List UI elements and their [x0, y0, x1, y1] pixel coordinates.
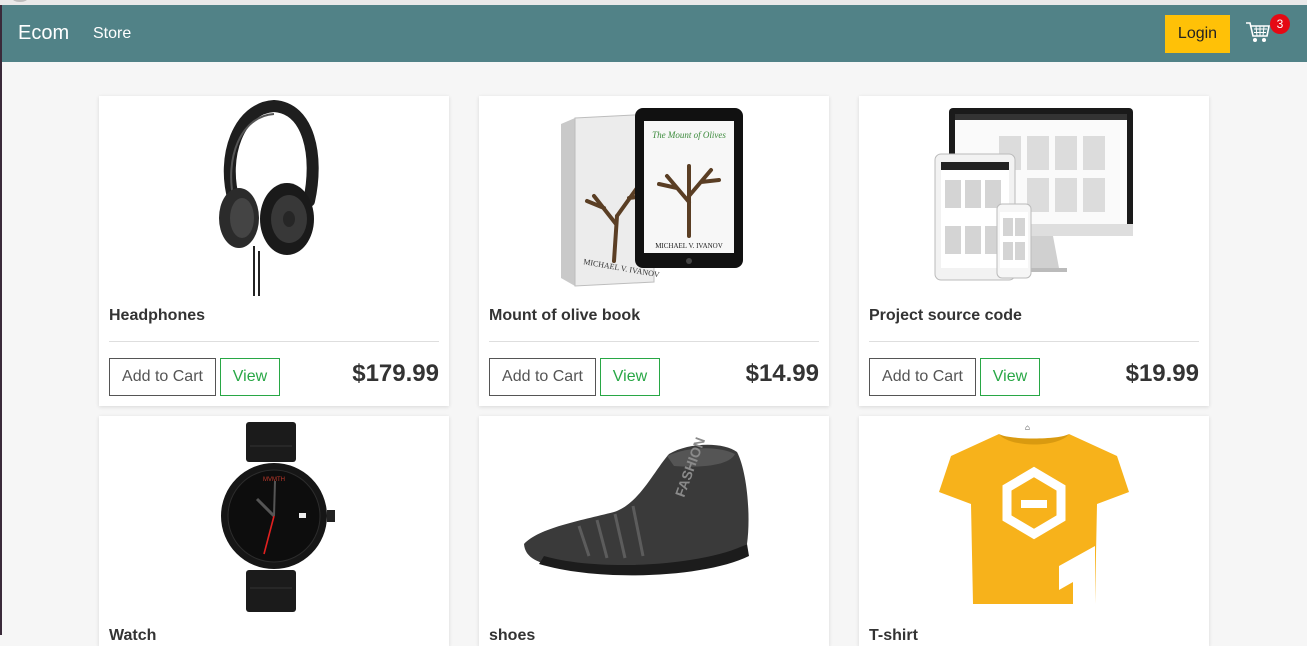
view-button[interactable]: View	[220, 358, 280, 396]
navbar: Ecom Store Login 3	[2, 5, 1307, 62]
card-divider	[869, 341, 1199, 342]
product-card: MVMTH Watch	[99, 416, 449, 646]
tshirt-tag: ⌂	[1025, 423, 1030, 432]
cart-icon[interactable]	[1245, 19, 1271, 45]
product-price: $19.99	[1125, 360, 1199, 387]
product-card: FASHION shoes	[479, 416, 829, 646]
add-to-cart-button[interactable]: Add to Cart	[109, 358, 216, 396]
book-screen-author: MICHAEL V. IVANOV	[655, 242, 723, 250]
card-divider	[489, 341, 819, 342]
watch-image: MVMTH	[221, 422, 335, 612]
cart-count-badge: 3	[1270, 14, 1290, 34]
book-screen-title: The Mount of Olives	[652, 130, 726, 140]
window-edge	[0, 0, 2, 635]
login-button[interactable]: Login	[1165, 15, 1230, 53]
product-card: Headphones Add to Cart View $179.99	[99, 96, 449, 406]
product-title[interactable]: Project source code	[869, 307, 1022, 325]
add-to-cart-button[interactable]: Add to Cart	[489, 358, 596, 396]
tshirt-image: ⌂	[939, 423, 1129, 604]
headphones-image	[219, 99, 319, 296]
devices-mockup-image	[934, 108, 1133, 281]
add-to-cart-button[interactable]: Add to Cart	[869, 358, 976, 396]
card-divider	[109, 341, 439, 342]
product-title[interactable]: shoes	[489, 627, 535, 645]
product-card: MICHAEL V. IVANOV The Mount of Olives MI…	[479, 96, 829, 406]
strip-dot	[12, 0, 28, 2]
view-button[interactable]: View	[600, 358, 660, 396]
product-price: $14.99	[745, 360, 819, 387]
product-title[interactable]: Headphones	[109, 307, 205, 325]
shoe-image: FASHION	[524, 435, 749, 576]
product-title[interactable]: Watch	[109, 627, 156, 645]
product-title[interactable]: Mount of olive book	[489, 307, 640, 325]
product-price: $179.99	[352, 360, 439, 387]
product-card: ⌂ T-shirt	[859, 416, 1209, 646]
brand-logo[interactable]: Ecom	[18, 22, 69, 45]
book-tablet-image: MICHAEL V. IVANOV The Mount of Olives MI…	[561, 108, 743, 287]
product-title[interactable]: T-shirt	[869, 627, 918, 645]
view-button[interactable]: View	[980, 358, 1040, 396]
product-card: Project source code Add to Cart View $19…	[859, 96, 1209, 406]
nav-link-store[interactable]: Store	[93, 25, 131, 43]
